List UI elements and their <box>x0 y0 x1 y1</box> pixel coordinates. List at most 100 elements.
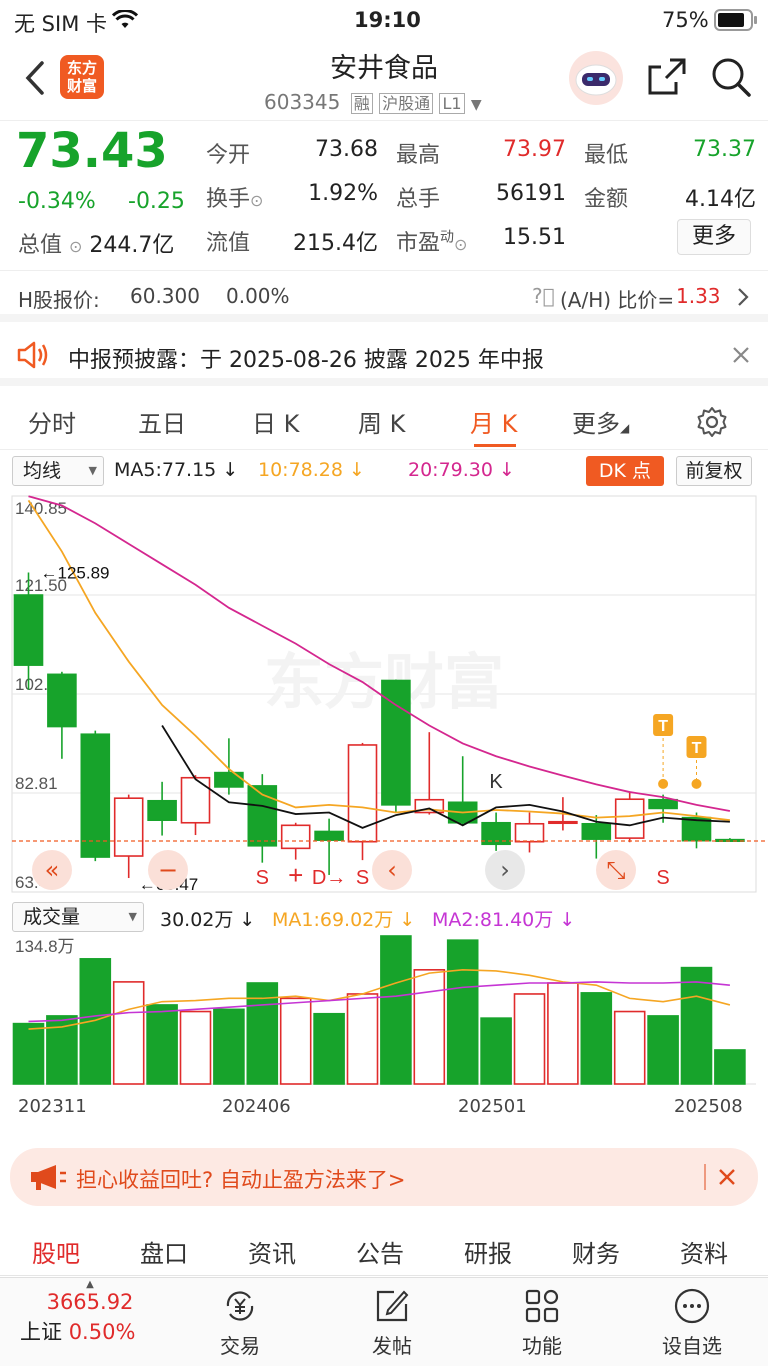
tab-research[interactable]: 研报 <box>464 1234 512 1269</box>
h-share-row[interactable]: H股报价: 60.300 0.00% ?⃝ (A/H) 比价= 1.33 <box>0 270 768 322</box>
candle-body <box>113 797 144 857</box>
float-value-label: 流值 <box>206 231 251 256</box>
ah-ratio-label: (A/H) 比价= <box>560 288 675 312</box>
info-icon[interactable]: ⊙ <box>250 191 263 210</box>
tab-orderbook[interactable]: 盘口 <box>140 1234 188 1269</box>
tab-news[interactable]: 资讯 <box>248 1234 296 1269</box>
dk-point-button[interactable]: DK 点 <box>586 456 664 486</box>
tab-five-day[interactable]: 五日 <box>138 404 186 439</box>
edit-icon <box>376 1290 409 1322</box>
chart-tabs: 分时 五日 日 K 周 K 月 K 更多◢ <box>0 394 768 450</box>
high-label: 最高 <box>396 143 441 168</box>
margin-badge: 融 <box>350 93 373 114</box>
change-amount: -0.25 <box>128 189 185 214</box>
content-tabs: 股吧 盘口 资讯 公告 研报 财务 资料 <box>0 1226 768 1276</box>
arrow-up-icon: ▲ <box>86 1279 94 1290</box>
volume-bar <box>179 1010 212 1085</box>
signal-label: S <box>256 867 269 889</box>
x-tick-label: 202508 <box>674 1096 743 1117</box>
help-icon[interactable]: ?⃝ <box>532 284 555 308</box>
tab-monthly-k[interactable]: 月 K <box>470 404 517 439</box>
x-tick-label: 202406 <box>222 1096 291 1117</box>
h-share-price: 60.300 <box>130 284 200 308</box>
volume-indicator-select[interactable]: 成交量 ▼ <box>12 902 144 932</box>
candle-body <box>13 594 44 666</box>
tab-financials[interactable]: 财务 <box>572 1234 620 1269</box>
post-button[interactable]: 发帖 <box>332 1286 452 1359</box>
volume-bar <box>12 1022 45 1085</box>
close-icon[interactable] <box>718 1168 736 1186</box>
tab-announcements[interactable]: 公告 <box>356 1234 404 1269</box>
search-icon[interactable] <box>710 56 752 98</box>
notice-bar[interactable]: 中报预披露：于 2025-08-26 披露 2025 年中报 <box>0 330 768 386</box>
fullscreen-icon-glyph: ⤡ <box>606 856 625 884</box>
index-name: 上证 <box>20 1320 62 1344</box>
amount-value: 4.14亿 <box>685 187 756 212</box>
tab-profile[interactable]: 资料 <box>680 1234 728 1269</box>
tab-more[interactable]: 更多◢ <box>572 404 629 439</box>
zoom-out-icon-glyph: − <box>158 856 178 884</box>
ma5-line <box>161 725 730 829</box>
candle-body <box>648 798 678 810</box>
max-price-marker: ←125.89 <box>41 564 110 583</box>
y-tick-label: 140.85 <box>15 499 67 518</box>
scroll-left-icon-glyph: ‹ <box>387 856 397 884</box>
adjust-mode-button[interactable]: 前复权 <box>676 456 752 486</box>
clock: 19:10 <box>354 8 421 32</box>
low-label: 最低 <box>584 143 629 168</box>
volume-value: 56191 <box>496 181 566 206</box>
tab-forum[interactable]: 股吧 <box>32 1234 80 1269</box>
volume-bar <box>213 1008 245 1085</box>
h-share-pct: 0.00% <box>226 284 290 308</box>
ma20-value: 20:79.30 ↓ <box>408 459 515 481</box>
volume-bar <box>413 969 446 1085</box>
info-icon[interactable]: ⊙ <box>69 237 82 256</box>
pe-value: 15.51 <box>503 225 566 250</box>
y-tick-label: 134.8万 <box>15 937 75 956</box>
megaphone-icon <box>31 1165 66 1190</box>
candlestick-chart[interactable]: 140.85121.50102.1682.8163.47东方财富←125.89←… <box>0 488 768 900</box>
settings-gear-icon[interactable] <box>696 406 728 438</box>
tab-intraday[interactable]: 分时 <box>28 404 76 439</box>
x-tick-label: 202311 <box>18 1096 87 1117</box>
candle-body <box>280 824 311 850</box>
carrier-label: 无 SIM 卡 <box>14 12 107 36</box>
battery-icon <box>714 9 757 31</box>
volume-bar <box>513 993 546 1085</box>
share-icon[interactable] <box>646 56 688 98</box>
tab-weekly-k[interactable]: 周 K <box>358 404 405 439</box>
index-ticker[interactable]: ▲ 3665.92 上证 0.50% <box>20 1280 160 1346</box>
functions-button[interactable]: 功能 <box>482 1286 602 1359</box>
candle-body <box>514 822 545 843</box>
candle-body <box>80 733 111 858</box>
more-button[interactable]: 更多 <box>677 219 751 255</box>
signal-label: K <box>489 771 503 793</box>
signal-label: D→ <box>312 867 346 889</box>
close-icon[interactable] <box>732 346 750 364</box>
tab-daily-k[interactable]: 日 K <box>252 404 299 439</box>
promo-banner[interactable]: 担心收益回吐? 自动止盈方法来了> <box>10 1148 758 1206</box>
turnover-label: 换手⊙ <box>206 187 264 212</box>
turnover-value: 1.92% <box>308 181 378 206</box>
x-axis-labels: 202311 202406 202501 202508 <box>0 1094 768 1128</box>
ma-legend-row: 均线 ▼ MA5:77.15 ↓ 10:78.28 ↓ 20:79.30 ↓ DK… <box>0 452 768 488</box>
change-percent: -0.34% <box>18 189 96 214</box>
yen-exchange-icon <box>226 1291 254 1321</box>
open-value: 73.68 <box>315 137 378 162</box>
volume-value: 30.02万 ↓ <box>160 909 256 931</box>
notice-text: 中报预披露：于 2025-08-26 披露 2025 年中报 <box>68 348 544 373</box>
chevron-down-icon[interactable]: ▼ <box>471 97 482 113</box>
volume-bar <box>547 982 579 1085</box>
indicator-select[interactable]: 均线 ▼ <box>12 456 104 486</box>
ma10-value: 10:78.28 ↓ <box>258 459 365 481</box>
volume-bar <box>480 1017 512 1085</box>
add-watchlist-button[interactable]: 设自选 <box>632 1286 752 1359</box>
h-share-label: H股报价: <box>18 288 100 312</box>
assistant-robot-icon[interactable] <box>568 50 624 106</box>
connect-badge: 沪股通 <box>379 93 434 114</box>
volume-chart[interactable]: 134.8万 <box>0 934 768 1094</box>
stock-header: 东方 财富 安井食品 603345 融 沪股通 L1 ▼ <box>0 40 768 120</box>
chevron-right-icon <box>738 288 749 306</box>
trade-button[interactable]: 交易 <box>180 1286 300 1359</box>
candle-body <box>47 673 77 728</box>
